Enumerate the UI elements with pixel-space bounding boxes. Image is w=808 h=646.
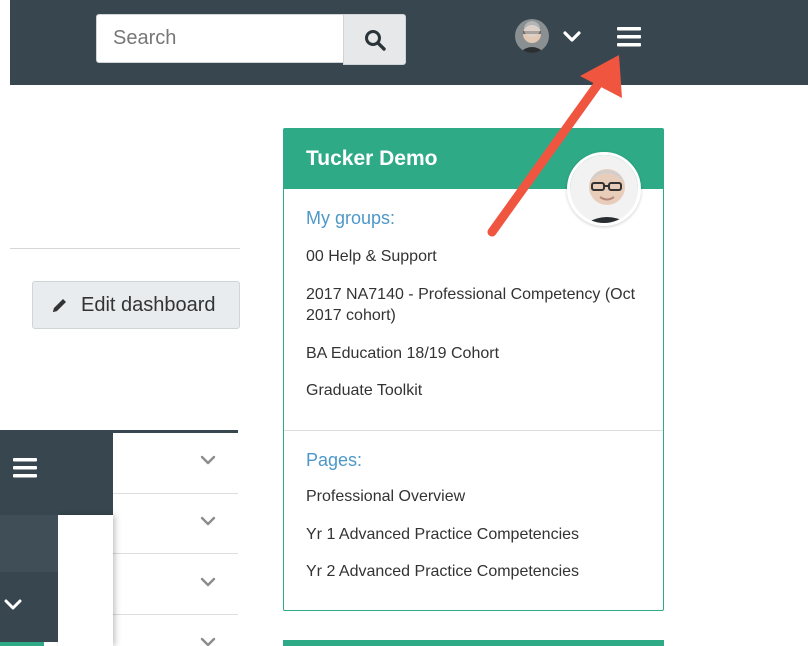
- hamburger-menu-icon[interactable]: [12, 457, 38, 479]
- profile-avatar: [567, 152, 641, 226]
- chevron-down-icon[interactable]: [563, 30, 581, 44]
- group-link[interactable]: 00 Help & Support: [306, 246, 646, 267]
- my-groups-heading: My groups:: [306, 208, 396, 228]
- pages-heading: Pages:: [306, 450, 363, 470]
- chevron-down-icon[interactable]: [200, 515, 216, 527]
- row-divider: [113, 614, 238, 615]
- search-form: [96, 14, 406, 65]
- group-link[interactable]: 2017 NA7140 - Professional Competency (O…: [306, 284, 636, 326]
- chevron-down-icon[interactable]: [200, 576, 216, 588]
- row-divider: [113, 493, 238, 494]
- divider: [284, 430, 663, 431]
- hamburger-menu-icon[interactable]: [616, 26, 642, 48]
- next-card-header: [283, 640, 664, 646]
- profile-name: Tucker Demo: [306, 147, 438, 170]
- chevron-down-icon[interactable]: [4, 598, 22, 612]
- user-avatar[interactable]: [515, 19, 549, 53]
- edit-dashboard-label: Edit dashboard: [81, 293, 216, 316]
- search-icon: [364, 29, 386, 51]
- pencil-icon: [53, 299, 66, 312]
- divider: [10, 248, 240, 249]
- page-link[interactable]: Yr 2 Advanced Practice Competencies: [306, 561, 646, 582]
- mobile-menu-panel: [58, 515, 113, 646]
- search-input[interactable]: [96, 14, 344, 63]
- row-divider: [113, 553, 238, 554]
- page-link[interactable]: Professional Overview: [306, 486, 646, 507]
- mobile-menu-active-indicator: [0, 642, 44, 646]
- mobile-menu-item[interactable]: [0, 515, 58, 572]
- chevron-down-icon[interactable]: [200, 636, 216, 646]
- search-button[interactable]: [343, 14, 406, 65]
- dashboard-content: [10, 85, 240, 435]
- page-link[interactable]: Yr 1 Advanced Practice Competencies: [306, 524, 646, 545]
- chevron-down-icon[interactable]: [200, 454, 216, 466]
- edit-dashboard-button[interactable]: Edit dashboard: [32, 281, 240, 329]
- group-link[interactable]: Graduate Toolkit: [306, 380, 646, 401]
- group-link[interactable]: BA Education 18/19 Cohort: [306, 343, 646, 364]
